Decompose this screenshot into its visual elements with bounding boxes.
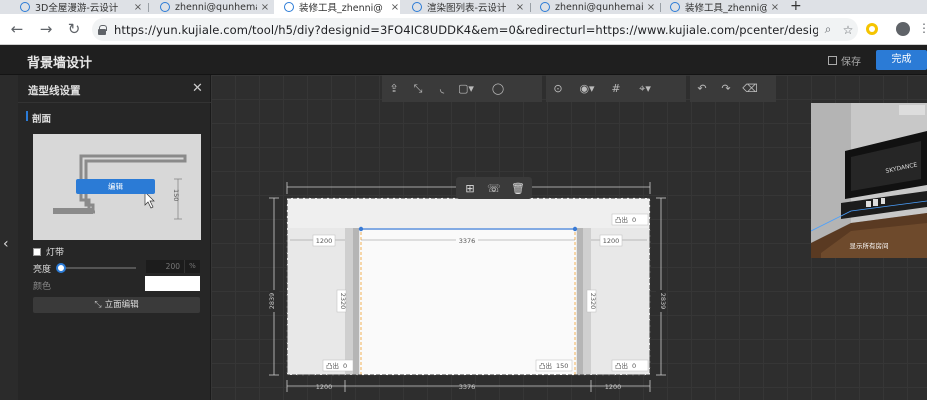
phone-icon[interactable]: ☏ [487,182,501,195]
tag-mid-right-value: 150 [556,362,568,370]
add-icon[interactable]: ⊞ [465,182,474,195]
tag-mid-left-value: 0 [343,362,347,370]
dim-left-height: 2320 [339,293,347,310]
tag-out-label: 凸出 [615,215,628,224]
tag-bottom-right-value: 0 [632,362,636,370]
tag-out-label: 凸出 [326,361,339,370]
dim-total-width: 3376 [459,237,476,245]
dim-bottom-left: 1200 [316,383,333,391]
dim-right-height: 2320 [589,293,597,310]
dim-outer-right: 2839 [659,293,667,310]
dim-left-offset: 1200 [316,237,333,245]
dim-outer-left: 2839 [268,293,276,310]
dim-bottom-mid: 3376 [459,383,476,391]
trash-icon[interactable]: 🗑 [511,182,525,195]
elevation-drawing: 3376 1200 1200 2320 2320 2839 2839 1200 … [268,177,667,392]
tag-top-right-value: 0 [632,216,636,224]
tag-out-label: 凸出 [615,361,628,370]
dim-right-offset: 1200 [603,237,620,245]
tag-out-label: 凸出 [539,361,552,370]
dim-bottom-right: 1200 [605,383,622,391]
